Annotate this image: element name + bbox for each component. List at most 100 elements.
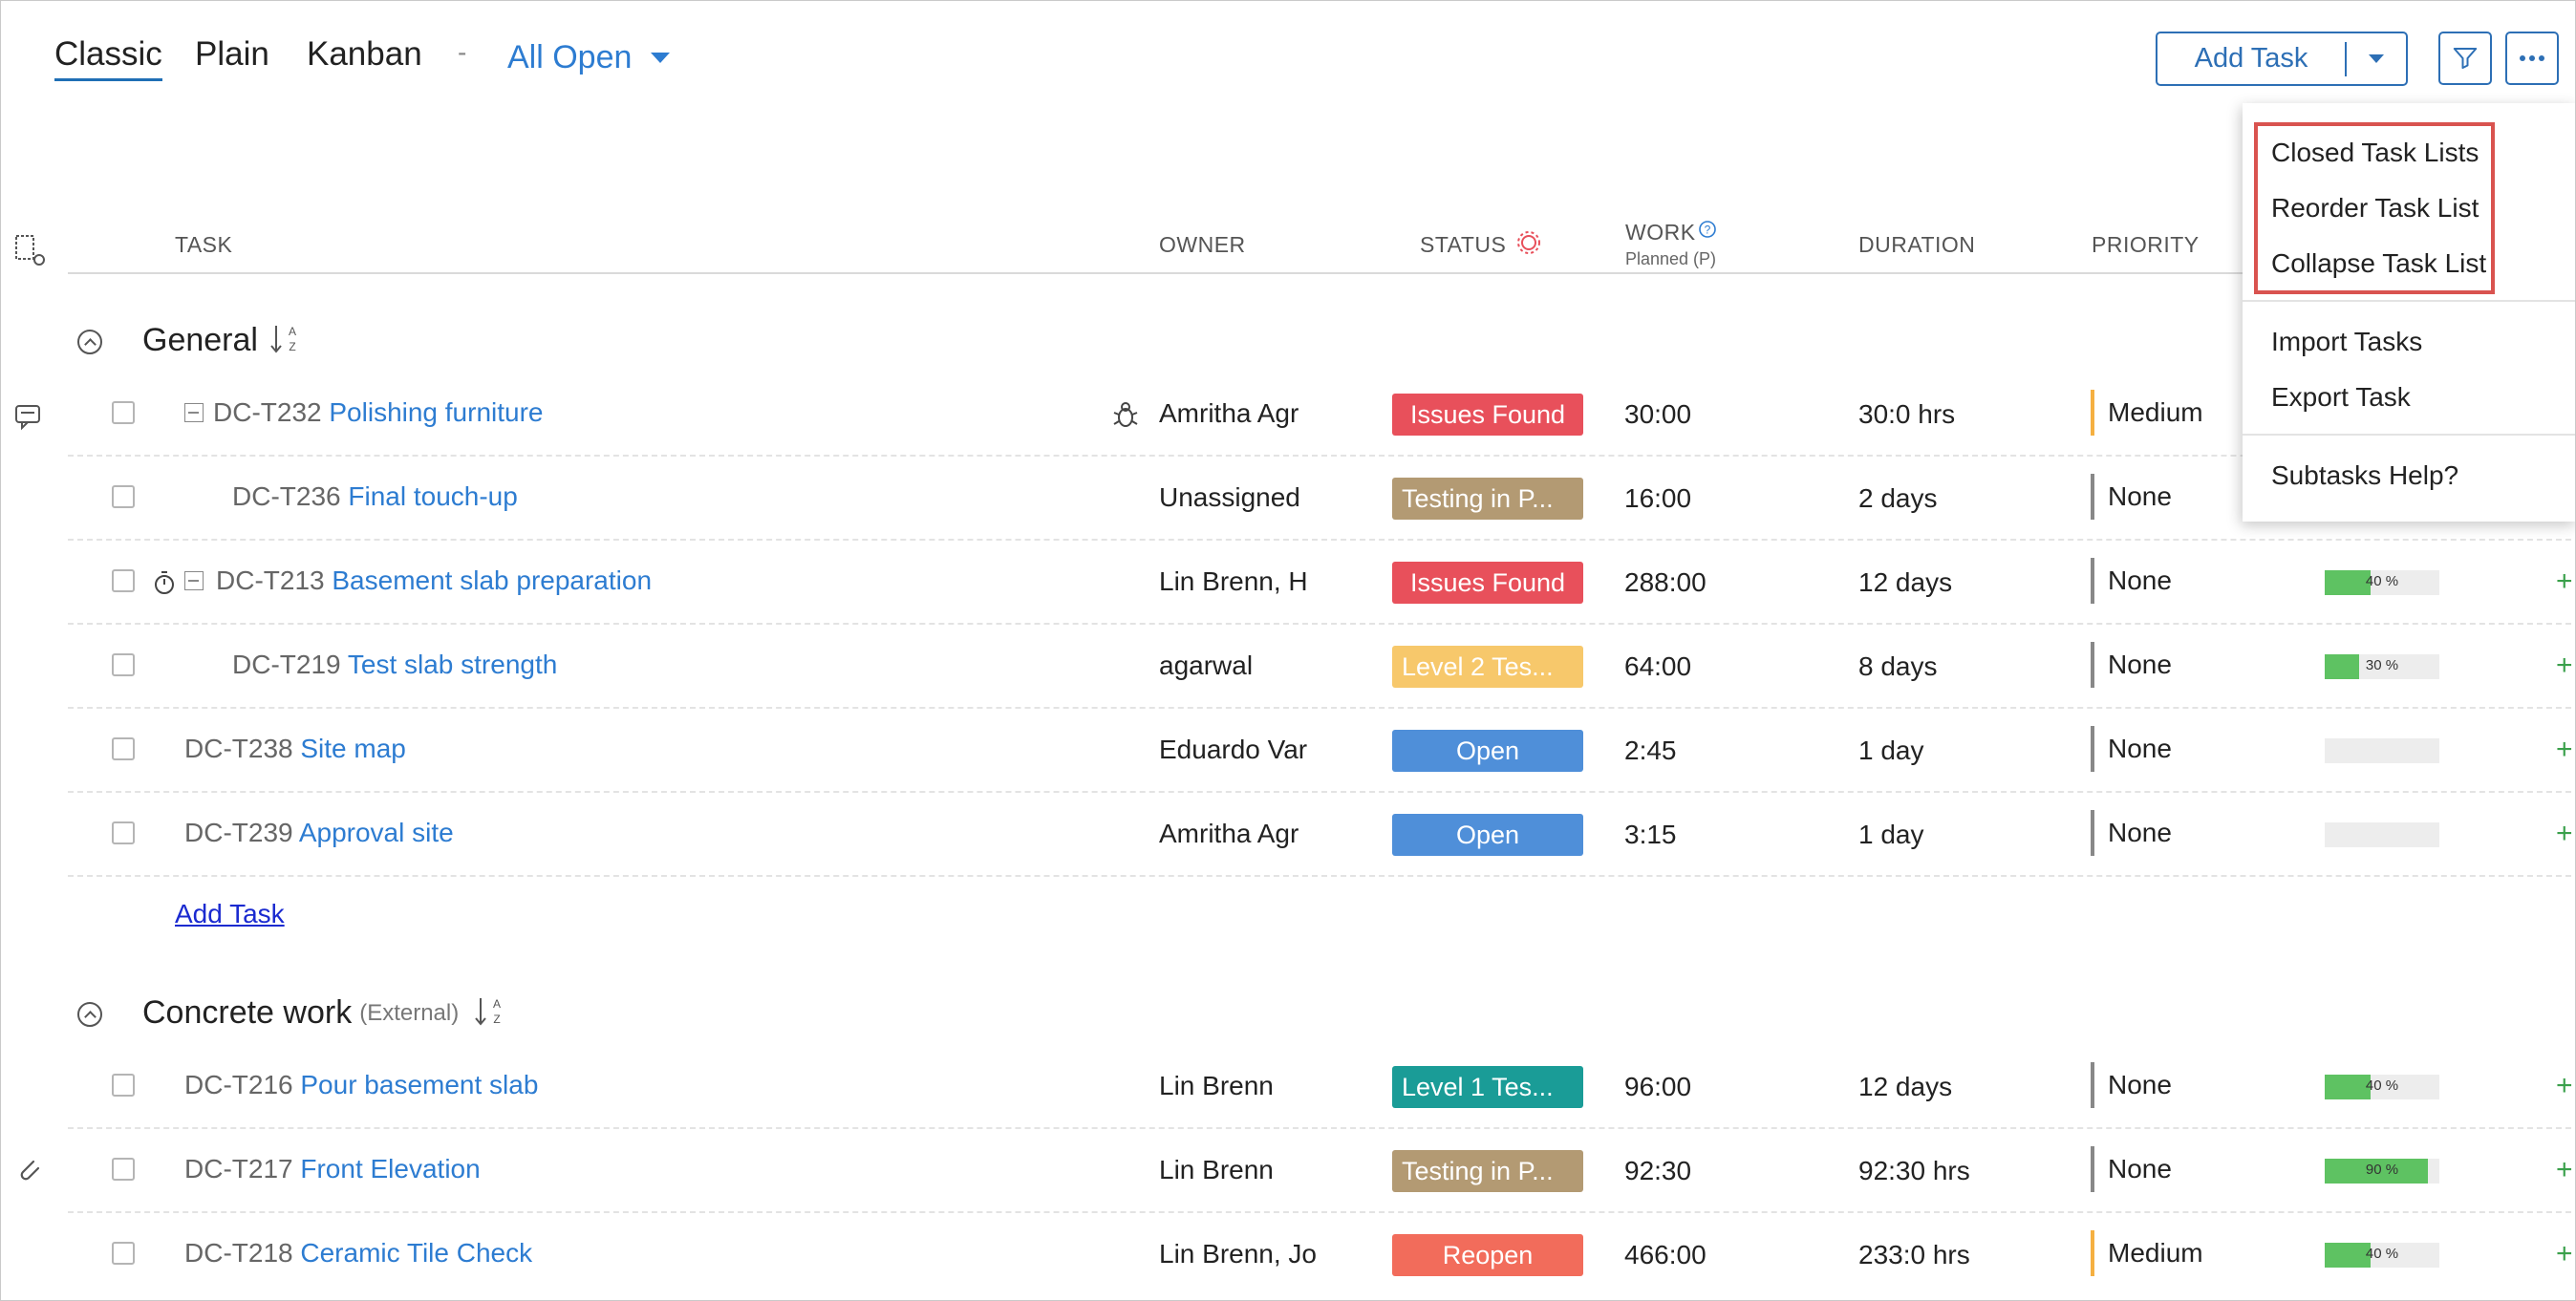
progress-bar[interactable]: 40 %	[2325, 570, 2439, 595]
table-row[interactable]: DC-T236 Final touch-up Unassigned Testin…	[68, 457, 2571, 541]
priority-cell[interactable]: None	[2091, 1062, 2172, 1108]
task-name-link[interactable]: Final touch-up	[348, 481, 517, 511]
task-name-link[interactable]: Front Elevation	[300, 1154, 480, 1184]
duration-cell[interactable]: 8 days	[1858, 651, 1938, 682]
work-cell[interactable]: 92:30	[1624, 1156, 1691, 1186]
row-checkbox[interactable]	[112, 653, 135, 676]
sort-az-icon[interactable]: A Z	[473, 994, 507, 1029]
priority-cell[interactable]: Medium	[2091, 390, 2203, 436]
column-header-status[interactable]: STATUS	[1420, 232, 1506, 258]
owner-cell[interactable]: Eduardo Var	[1159, 735, 1369, 765]
row-checkbox[interactable]	[112, 737, 135, 760]
add-subtask-button[interactable]: +	[2556, 734, 2573, 766]
duration-cell[interactable]: 1 day	[1858, 736, 1924, 766]
add-subtask-button[interactable]: +	[2556, 818, 2573, 850]
progress-bar[interactable]: 40 %	[2325, 1243, 2439, 1268]
row-checkbox[interactable]	[112, 1242, 135, 1265]
column-header-duration[interactable]: DURATION	[1858, 232, 1975, 258]
table-row[interactable]: DC-T217 Front Elevation Lin Brenn Testin…	[68, 1129, 2573, 1213]
status-badge[interactable]: Issues Found	[1392, 394, 1583, 436]
task-name-link[interactable]: Test slab strength	[348, 650, 557, 679]
add-subtask-button[interactable]: +	[2556, 1070, 2573, 1102]
row-checkbox[interactable]	[112, 1158, 135, 1181]
attachment-icon[interactable]	[14, 1155, 43, 1184]
row-checkbox[interactable]	[112, 401, 135, 424]
duration-cell[interactable]: 12 days	[1858, 567, 1952, 598]
column-header-priority[interactable]: PRIORITY	[2092, 232, 2200, 258]
row-checkbox[interactable]	[112, 821, 135, 844]
status-badge[interactable]: Level 1 Tes...	[1392, 1066, 1583, 1108]
menu-item-export-task[interactable]: Export Task	[2271, 382, 2411, 413]
work-cell[interactable]: 96:00	[1624, 1072, 1691, 1102]
progress-bar[interactable]: 40 %	[2325, 1075, 2439, 1099]
row-checkbox[interactable]	[112, 485, 135, 508]
status-badge[interactable]: Testing in P...	[1392, 478, 1583, 520]
column-settings-icon[interactable]	[14, 234, 49, 268]
table-row[interactable]: DC-T232 Polishing furniture Amritha Agr …	[68, 373, 2571, 457]
table-row[interactable]: DC-T239 Approval site Amritha Agr Open 3…	[68, 793, 2573, 877]
menu-item-import-tasks[interactable]: Import Tasks	[2271, 327, 2422, 357]
row-checkbox[interactable]	[112, 569, 135, 592]
menu-item-reorder-task-list[interactable]: Reorder Task List	[2271, 193, 2479, 224]
add-task-link[interactable]: Add Task	[175, 899, 285, 929]
duration-cell[interactable]: 2 days	[1858, 483, 1938, 514]
owner-cell[interactable]: Unassigned	[1159, 482, 1369, 513]
work-cell[interactable]: 466:00	[1624, 1240, 1707, 1270]
bug-icon[interactable]	[1111, 399, 1140, 430]
status-badge[interactable]: Reopen	[1392, 1234, 1583, 1276]
column-header-task[interactable]: TASK	[175, 232, 232, 258]
progress-bar[interactable]: 90 %	[2325, 1159, 2439, 1184]
tab-kanban[interactable]: Kanban	[307, 35, 422, 74]
table-row[interactable]: DC-T238 Site map Eduardo Var Open 2:45 1…	[68, 709, 2573, 793]
comment-icon[interactable]	[14, 404, 43, 431]
duration-cell[interactable]: 12 days	[1858, 1072, 1952, 1102]
work-cell[interactable]: 3:15	[1624, 820, 1677, 850]
status-settings-icon[interactable]	[1516, 230, 1541, 255]
work-cell[interactable]: 2:45	[1624, 736, 1677, 766]
owner-cell[interactable]: Amritha Agr	[1159, 398, 1369, 429]
task-name-link[interactable]: Basement slab preparation	[332, 565, 652, 595]
add-task-button[interactable]: Add Task	[2156, 32, 2408, 86]
task-name-link[interactable]: Pour basement slab	[300, 1070, 538, 1099]
table-row[interactable]: DC-T218 Ceramic Tile Check Lin Brenn, Jo…	[68, 1213, 2573, 1297]
table-row[interactable]: DC-T213 Basement slab preparation Lin Br…	[68, 541, 2573, 625]
owner-cell[interactable]: Lin Brenn, H	[1159, 566, 1369, 597]
column-header-owner[interactable]: OWNER	[1159, 232, 1246, 258]
duration-cell[interactable]: 233:0 hrs	[1858, 1240, 1970, 1270]
timer-icon[interactable]	[152, 569, 177, 596]
priority-cell[interactable]: None	[2091, 810, 2172, 856]
priority-cell[interactable]: None	[2091, 558, 2172, 604]
add-subtask-button[interactable]: +	[2556, 650, 2573, 682]
priority-cell[interactable]: Medium	[2091, 1230, 2203, 1276]
priority-cell[interactable]: None	[2091, 1146, 2172, 1192]
priority-cell[interactable]: None	[2091, 474, 2172, 520]
table-row[interactable]: DC-T219 Test slab strength agarwal Level…	[68, 625, 2573, 709]
duration-cell[interactable]: 1 day	[1858, 820, 1924, 850]
tab-plain[interactable]: Plain	[195, 35, 269, 74]
status-badge[interactable]: Level 2 Tes...	[1392, 646, 1583, 688]
add-subtask-button[interactable]: +	[2556, 1238, 2573, 1270]
owner-cell[interactable]: agarwal	[1159, 650, 1369, 681]
sort-az-icon[interactable]: A Z	[268, 322, 303, 356]
status-badge[interactable]: Open	[1392, 814, 1583, 856]
priority-cell[interactable]: None	[2091, 642, 2172, 688]
progress-bar[interactable]: 30 %	[2325, 654, 2439, 679]
work-cell[interactable]: 30:00	[1624, 399, 1691, 430]
owner-cell[interactable]: Lin Brenn, Jo	[1159, 1239, 1369, 1269]
task-name-link[interactable]: Polishing furniture	[329, 397, 543, 427]
menu-item-subtasks-help[interactable]: Subtasks Help?	[2271, 460, 2458, 491]
progress-bar[interactable]	[2325, 822, 2439, 847]
owner-cell[interactable]: Amritha Agr	[1159, 819, 1369, 849]
priority-cell[interactable]: None	[2091, 726, 2172, 772]
duration-cell[interactable]: 92:30 hrs	[1858, 1156, 1970, 1186]
work-cell[interactable]: 288:00	[1624, 567, 1707, 598]
work-cell[interactable]: 64:00	[1624, 651, 1691, 682]
menu-item-collapse-task-list[interactable]: Collapse Task List	[2271, 248, 2486, 279]
work-cell[interactable]: 16:00	[1624, 483, 1691, 514]
filter-button[interactable]	[2438, 32, 2492, 85]
duration-cell[interactable]: 30:0 hrs	[1858, 399, 1955, 430]
status-badge[interactable]: Testing in P...	[1392, 1150, 1583, 1192]
row-checkbox[interactable]	[112, 1074, 135, 1097]
add-task-dropdown[interactable]	[2347, 54, 2406, 63]
progress-bar[interactable]	[2325, 738, 2439, 763]
